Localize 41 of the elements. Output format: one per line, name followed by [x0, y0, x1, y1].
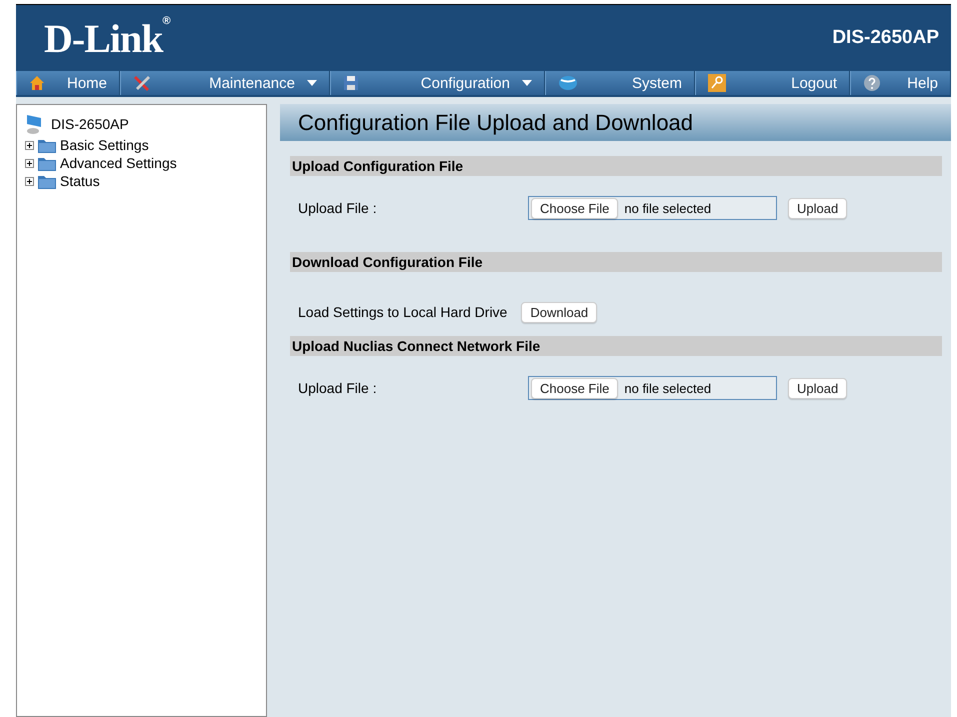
logo: D-Link$^{®}$ [44, 14, 170, 62]
upload-button[interactable]: Upload [788, 198, 848, 218]
file-status: no file selected [624, 380, 712, 396]
upload-button[interactable]: Upload [788, 378, 848, 398]
file-input[interactable]: Choose File no file selected [528, 376, 777, 400]
tree-item[interactable]: Advanced Settings [25, 155, 266, 171]
tree-root[interactable]: DIS-2650AP [25, 113, 266, 135]
folder-icon [38, 156, 56, 170]
nav-item[interactable]: Logout [695, 71, 850, 95]
globe-icon [558, 75, 578, 91]
file-status: no file selected [624, 200, 712, 216]
folder-icon [38, 174, 56, 188]
nav-item[interactable]: Home [16, 71, 120, 95]
field-label: Upload File : [298, 380, 378, 396]
file-input[interactable]: Choose File no file selected [528, 196, 777, 220]
expand-icon[interactable] [25, 158, 34, 168]
field-label: Load Settings to Local Hard Drive [298, 304, 508, 320]
tree-item[interactable]: Basic Settings [25, 137, 266, 153]
nav-item[interactable]: Help [850, 71, 951, 95]
nav-item[interactable]: Maintenance [120, 71, 330, 95]
model-name: DIS-2650AP [832, 27, 939, 49]
section-header: Upload Configuration File [290, 156, 942, 176]
tree-item[interactable]: Status [25, 173, 266, 189]
help-icon [863, 74, 881, 92]
house-icon [29, 75, 45, 91]
folder-icon [38, 138, 56, 152]
section-header: Upload Nuclias Connect Network File [290, 336, 942, 356]
nav-item[interactable]: Configuration [330, 71, 545, 95]
section-header: Download Configuration File [290, 252, 942, 272]
caret-icon [307, 80, 317, 86]
expand-icon[interactable] [25, 140, 34, 150]
field-label: Upload File : [298, 200, 378, 216]
caret-icon [522, 80, 532, 86]
key-icon [708, 74, 726, 92]
choose-file-button[interactable]: Choose File [531, 198, 618, 218]
expand-icon[interactable] [25, 176, 34, 186]
nav-item[interactable]: System [545, 71, 695, 95]
choose-file-button[interactable]: Choose File [531, 378, 618, 398]
page-title: Configuration File Upload and Download [280, 104, 951, 141]
tools-icon [133, 74, 151, 92]
download-button[interactable]: Download [521, 302, 598, 322]
